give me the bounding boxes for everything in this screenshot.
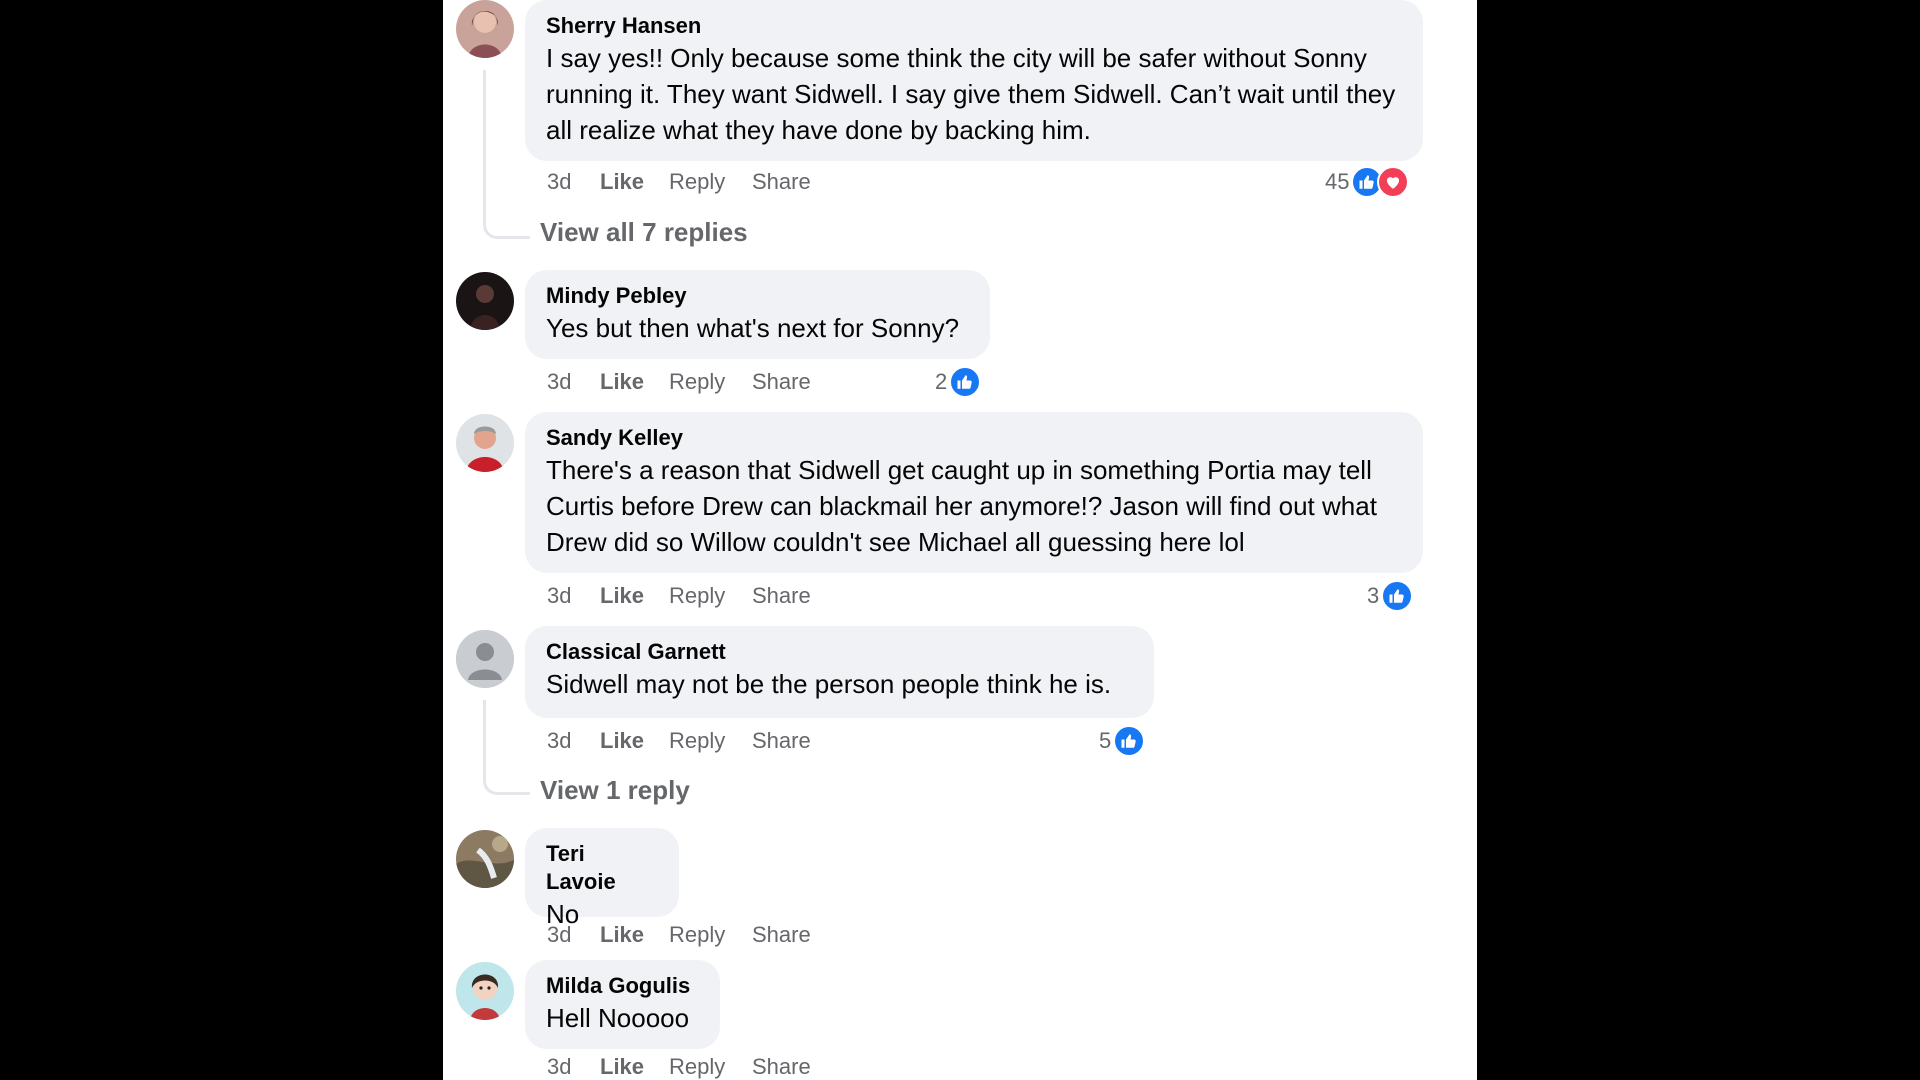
reply-thread-line <box>483 70 530 239</box>
comment-actions: 3d Like Reply Share <box>547 582 811 610</box>
comment-author[interactable]: Classical Garnett <box>546 638 1133 666</box>
comment-author[interactable]: Sherry Hansen <box>546 12 1402 40</box>
comment-text: There's a reason that Sidwell get caught… <box>546 455 1377 557</box>
reply-button[interactable]: Reply <box>669 921 752 949</box>
comment-timestamp[interactable]: 3d <box>547 1053 600 1080</box>
reaction-summary[interactable]: 3 <box>1367 580 1414 612</box>
comments-panel: Sherry Hansen I say yes!! Only because s… <box>443 0 1477 1080</box>
like-button[interactable]: Like <box>600 168 669 196</box>
comment-author[interactable]: Sandy Kelley <box>546 424 1402 452</box>
reaction-count: 3 <box>1367 583 1380 608</box>
view-replies-link[interactable]: View all 7 replies <box>540 216 748 248</box>
comment-timestamp[interactable]: 3d <box>547 168 600 196</box>
comment-timestamp[interactable]: 3d <box>547 368 600 396</box>
share-button[interactable]: Share <box>752 582 811 610</box>
comment-timestamp[interactable]: 3d <box>547 727 600 755</box>
comment-text: Yes but then what's next for Sonny? <box>546 313 960 343</box>
view-replies-link[interactable]: View 1 reply <box>540 774 690 806</box>
avatar[interactable] <box>456 962 514 1020</box>
comment-actions: 3d Like Reply Share <box>547 921 811 949</box>
comment-author[interactable]: Teri Lavoie <box>546 840 658 896</box>
reply-button[interactable]: Reply <box>669 168 752 196</box>
comment-actions: 3d Like Reply Share <box>547 1053 811 1080</box>
reply-button[interactable]: Reply <box>669 1053 752 1080</box>
comment-bubble: Sherry Hansen I say yes!! Only because s… <box>525 0 1423 161</box>
comment-text: Sidwell may not be the person people thi… <box>546 669 1112 699</box>
share-button[interactable]: Share <box>752 727 811 755</box>
comment-actions: 3d Like Reply Share <box>547 168 811 196</box>
avatar[interactable] <box>456 630 514 688</box>
love-icon <box>1377 166 1410 198</box>
like-button[interactable]: Like <box>600 368 669 396</box>
comment-bubble: Classical Garnett Sidwell may not be the… <box>525 626 1154 718</box>
reaction-summary[interactable]: 2 <box>935 366 982 398</box>
comment-actions: 3d Like Reply Share <box>547 368 811 396</box>
share-button[interactable]: Share <box>752 1053 811 1080</box>
like-icon <box>949 366 982 398</box>
share-button[interactable]: Share <box>752 921 811 949</box>
comment-bubble: Sandy Kelley There's a reason that Sidwe… <box>525 412 1423 573</box>
reply-button[interactable]: Reply <box>669 582 752 610</box>
comment-timestamp[interactable]: 3d <box>547 921 600 949</box>
comment-timestamp[interactable]: 3d <box>547 582 600 610</box>
like-icon <box>1113 725 1146 757</box>
like-button[interactable]: Like <box>600 1053 669 1080</box>
like-button[interactable]: Like <box>600 921 669 949</box>
share-button[interactable]: Share <box>752 368 811 396</box>
reaction-count: 2 <box>935 369 948 394</box>
avatar[interactable] <box>456 272 514 330</box>
comment-bubble: Teri Lavoie No <box>525 828 679 929</box>
avatar[interactable] <box>456 830 514 888</box>
reaction-count: 45 <box>1325 169 1350 194</box>
comment-bubble: Mindy Pebley Yes but then what's next fo… <box>525 270 990 359</box>
reaction-count: 5 <box>1099 728 1112 753</box>
comment-text: Hell Nooooo <box>546 1003 690 1033</box>
comment-author[interactable]: Mindy Pebley <box>546 282 969 310</box>
like-button[interactable]: Like <box>600 727 669 755</box>
avatar[interactable] <box>456 0 514 58</box>
like-icon <box>1381 580 1414 612</box>
reply-button[interactable]: Reply <box>669 368 752 396</box>
share-button[interactable]: Share <box>752 168 811 196</box>
comment-bubble: Milda Gogulis Hell Nooooo <box>525 960 720 1049</box>
reply-button[interactable]: Reply <box>669 727 752 755</box>
like-button[interactable]: Like <box>600 582 669 610</box>
comment-actions: 3d Like Reply Share <box>547 727 811 755</box>
reply-thread-line <box>483 700 530 795</box>
avatar[interactable] <box>456 414 514 472</box>
comment-text: I say yes!! Only because some think the … <box>546 43 1396 145</box>
reaction-summary[interactable]: 45 <box>1325 166 1410 198</box>
reaction-summary[interactable]: 5 <box>1099 725 1146 757</box>
comment-author[interactable]: Milda Gogulis <box>546 972 699 1000</box>
